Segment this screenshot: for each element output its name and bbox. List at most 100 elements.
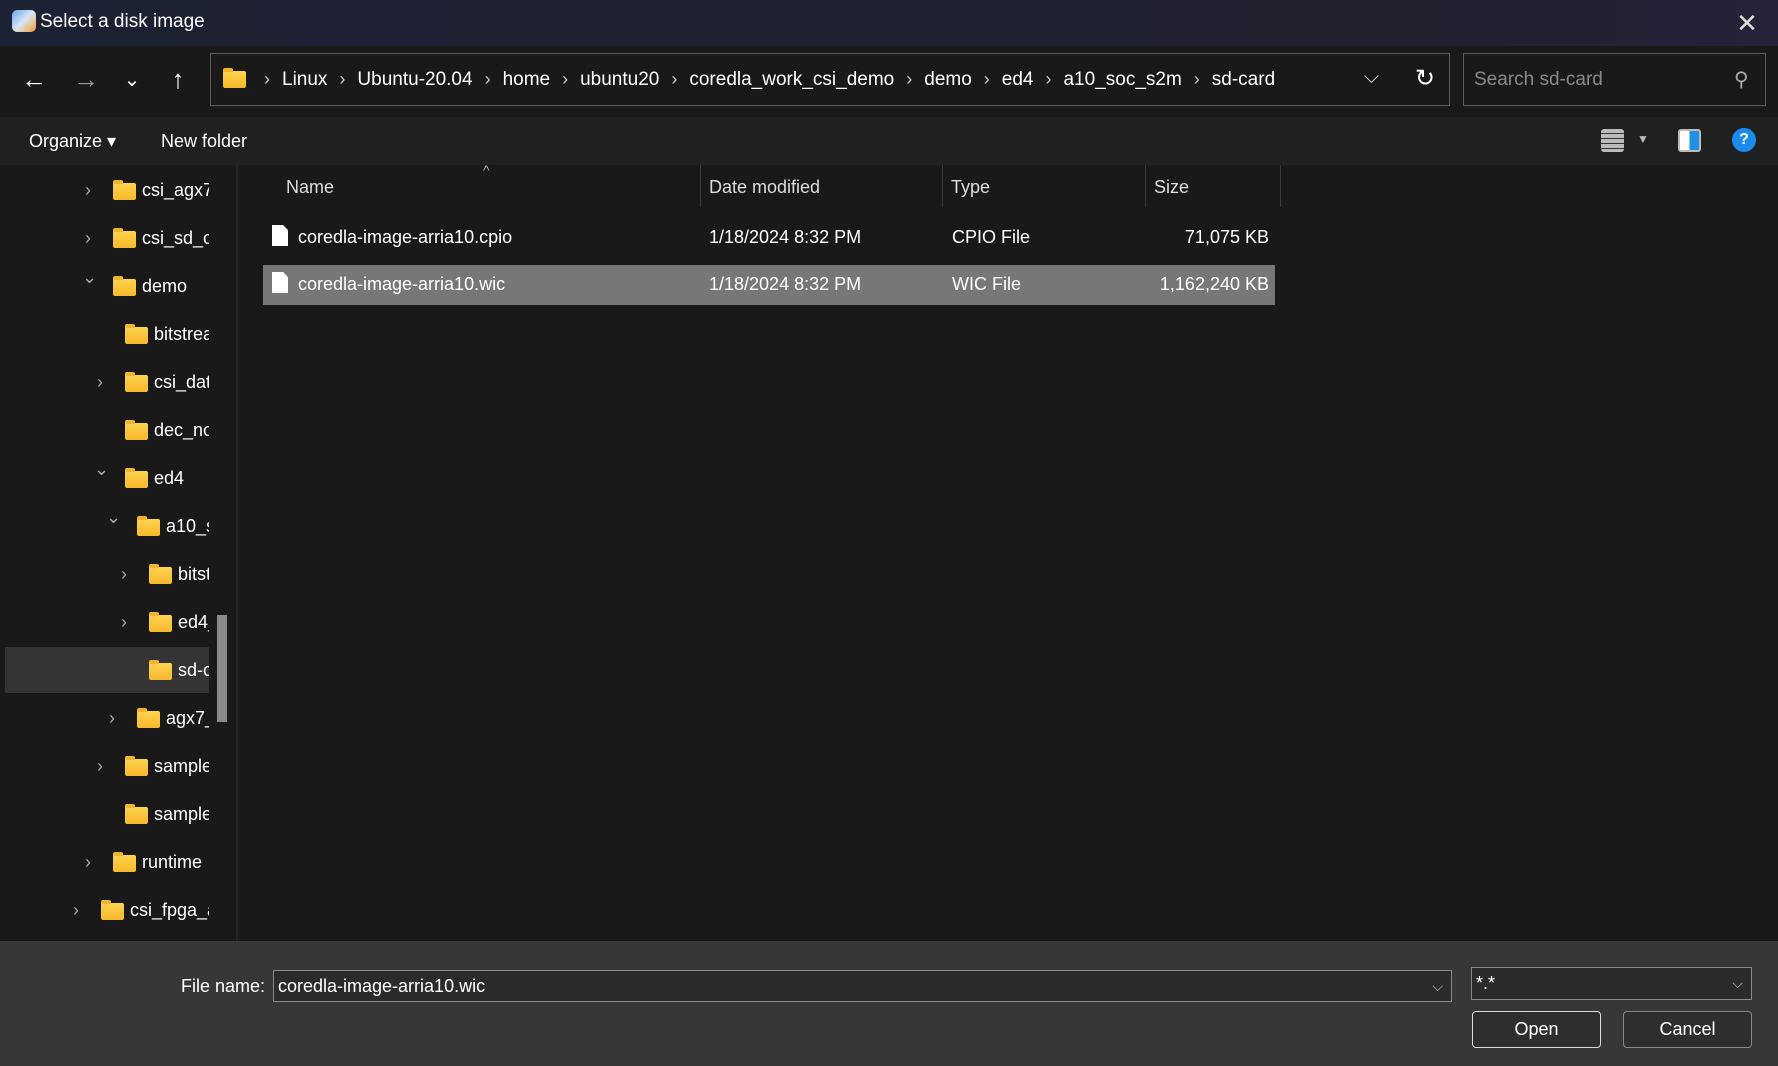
file-type-select[interactable]: *.* ⌵ xyxy=(1471,967,1752,1000)
chevron-down-icon[interactable]: ⌵ xyxy=(1432,978,1443,995)
folder-icon xyxy=(113,228,136,248)
column-header-date[interactable]: Date modified xyxy=(709,177,820,198)
sidebar-item-label: sd-c xyxy=(178,659,209,680)
sidebar-item[interactable]: › csi_fpga_a xyxy=(5,887,209,933)
chevron-right-icon[interactable]: › xyxy=(85,180,91,201)
chevron-right-icon[interactable]: › xyxy=(73,900,79,921)
breadcrumb-item[interactable]: demo xyxy=(924,69,972,91)
breadcrumb-item[interactable]: coredla_work_csi_demo xyxy=(689,69,894,91)
sidebar-item[interactable]: › sample xyxy=(5,743,209,789)
breadcrumb-item[interactable]: Ubuntu-20.04 xyxy=(357,69,472,91)
refresh-button[interactable]: ↻ xyxy=(1415,64,1435,93)
folder-icon xyxy=(101,900,124,920)
sidebar-item[interactable]: › runtime xyxy=(5,839,209,885)
sidebar-item[interactable]: › csi_agx7_ xyxy=(5,167,209,213)
up-button[interactable]: ↑ xyxy=(158,58,198,100)
breadcrumb-item[interactable]: home xyxy=(503,69,551,91)
breadcrumb-separator-icon[interactable]: › xyxy=(1045,69,1051,90)
breadcrumb-item[interactable]: ubuntu20 xyxy=(580,69,659,91)
file-name: coredla-image-arria10.cpio xyxy=(298,227,513,247)
folder-icon xyxy=(113,276,136,296)
organize-button[interactable]: Organize ▾ xyxy=(29,131,116,152)
breadcrumb-separator-icon[interactable]: › xyxy=(562,69,568,90)
back-button[interactable]: ← xyxy=(14,58,54,100)
sidebar-item[interactable]: sd-c xyxy=(5,647,209,693)
sidebar-item[interactable]: › ed4_ xyxy=(5,599,209,645)
sidebar-item-label: csi_agx7_ xyxy=(142,179,209,200)
breadcrumb-item[interactable]: a10_soc_s2m xyxy=(1063,69,1181,91)
chevron-right-icon[interactable]: › xyxy=(121,564,127,585)
sidebar-item-label: a10_s xyxy=(166,515,209,536)
sidebar-item[interactable]: › csi_sd_ca xyxy=(5,215,209,261)
file-date: 1/18/2024 8:32 PM xyxy=(709,227,862,247)
chevron-down-icon[interactable]: ⌄ xyxy=(94,459,109,480)
chevron-down-icon[interactable]: ⌄ xyxy=(82,267,97,288)
file-type: WIC File xyxy=(952,274,1021,294)
preview-pane-icon[interactable] xyxy=(1678,129,1701,152)
column-divider[interactable] xyxy=(942,165,943,207)
file-type: CPIO File xyxy=(952,227,1031,247)
column-header-size[interactable]: Size xyxy=(1154,177,1189,198)
column-divider[interactable] xyxy=(700,165,701,207)
file-name-input[interactable]: coredla-image-arria10.wic ⌵ xyxy=(273,970,1452,1002)
folder-icon xyxy=(149,612,172,632)
sidebar-item-label: sample xyxy=(154,755,209,776)
folder-icon xyxy=(137,516,160,536)
sidebar-item[interactable]: › bitst xyxy=(5,551,209,597)
breadcrumb-separator-icon[interactable]: › xyxy=(671,69,677,90)
folder-icon xyxy=(113,180,136,200)
folder-icon xyxy=(125,804,148,824)
open-button[interactable]: Open xyxy=(1472,1011,1601,1048)
sidebar-item-label: csi_data xyxy=(154,371,209,392)
breadcrumb-separator-icon[interactable]: › xyxy=(485,69,491,90)
breadcrumb-separator-icon[interactable]: › xyxy=(906,69,912,90)
sidebar-item[interactable]: ⌄ ed4 xyxy=(5,455,209,501)
column-header-type[interactable]: Type xyxy=(951,177,990,198)
chevron-right-icon[interactable]: › xyxy=(85,852,91,873)
search-input[interactable]: Search sd-card ⚲ xyxy=(1463,53,1766,106)
breadcrumb-separator-icon[interactable]: › xyxy=(1194,69,1200,90)
sidebar-scrollbar[interactable] xyxy=(217,615,227,722)
title-bar: Select a disk image ✕ xyxy=(0,0,1778,46)
search-icon: ⚲ xyxy=(1734,69,1749,91)
file-row[interactable]: coredla-image-arria10.wic 1/18/2024 8:32… xyxy=(263,265,1275,305)
chevron-right-icon[interactable]: › xyxy=(109,708,115,729)
sidebar-item[interactable]: ⌄ demo xyxy=(5,263,209,309)
breadcrumb-separator-icon[interactable]: › xyxy=(984,69,990,90)
view-options-icon[interactable] xyxy=(1601,129,1624,152)
sidebar-item[interactable]: bitstrea xyxy=(5,311,209,357)
column-divider[interactable] xyxy=(1280,165,1281,207)
sidebar-item[interactable]: sample xyxy=(5,791,209,837)
breadcrumb-separator-icon[interactable]: › xyxy=(264,69,270,90)
new-folder-button[interactable]: New folder xyxy=(161,131,247,152)
forward-button[interactable]: → xyxy=(66,58,106,100)
address-history-dropdown[interactable]: ⌵ xyxy=(1364,66,1379,89)
folder-icon xyxy=(149,660,172,680)
sidebar-item[interactable]: › csi_data xyxy=(5,359,209,405)
chevron-down-icon[interactable]: ⌄ xyxy=(106,507,121,528)
breadcrumb-item[interactable]: sd-card xyxy=(1212,69,1275,91)
recent-locations-button[interactable]: ⌄ xyxy=(112,58,152,100)
breadcrumb-item[interactable]: Linux xyxy=(282,69,327,91)
sidebar-item-label: bitst xyxy=(178,563,209,584)
sidebar-item-label: agx7_ xyxy=(166,707,209,728)
chevron-right-icon[interactable]: › xyxy=(97,756,103,777)
address-bar[interactable]: › Linux › Ubuntu-20.04 › home › ubuntu20 › coredl… xyxy=(210,53,1450,106)
breadcrumb-separator-icon[interactable]: › xyxy=(339,69,345,90)
sidebar-item[interactable]: › agx7_ xyxy=(5,695,209,741)
chevron-right-icon[interactable]: › xyxy=(97,372,103,393)
help-icon[interactable]: ? xyxy=(1732,128,1756,152)
breadcrumb: › Linux › Ubuntu-20.04 › home › ubuntu20 › coredl… xyxy=(260,69,1283,91)
sidebar-item-label: csi_fpga_a xyxy=(130,899,209,920)
chevron-right-icon[interactable]: › xyxy=(85,228,91,249)
sidebar-item[interactable]: ⌄ a10_s xyxy=(5,503,209,549)
sidebar-item[interactable]: dec_no xyxy=(5,407,209,453)
file-row[interactable]: coredla-image-arria10.cpio 1/18/2024 8:3… xyxy=(263,218,1275,258)
view-dropdown-icon[interactable]: ▼ xyxy=(1637,132,1649,146)
column-header-name[interactable]: Name xyxy=(286,177,334,198)
close-button[interactable]: ✕ xyxy=(1730,6,1764,40)
cancel-button[interactable]: Cancel xyxy=(1623,1011,1752,1048)
chevron-right-icon[interactable]: › xyxy=(121,612,127,633)
breadcrumb-item[interactable]: ed4 xyxy=(1002,69,1034,91)
column-divider[interactable] xyxy=(1145,165,1146,207)
